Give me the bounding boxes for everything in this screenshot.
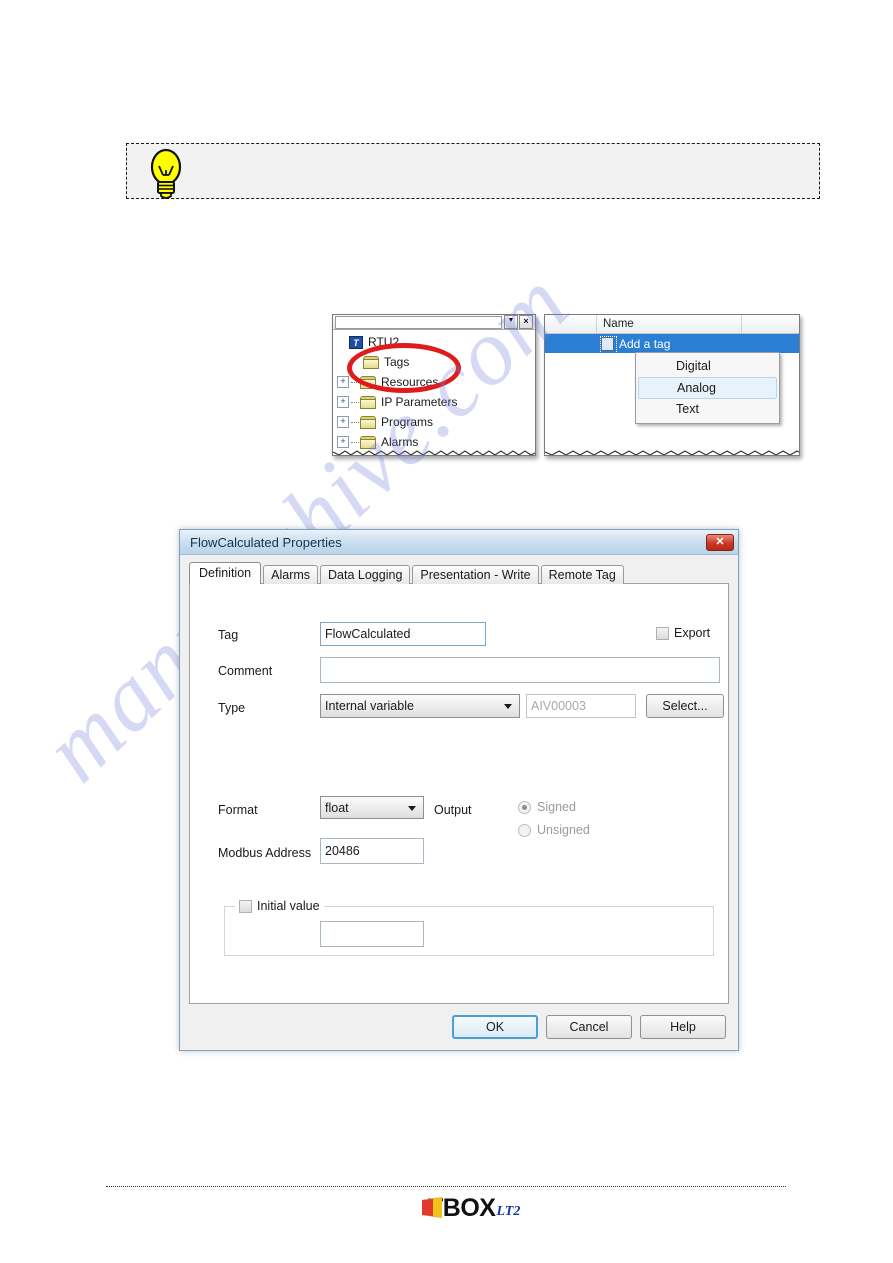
tab-alarms[interactable]: Alarms	[263, 565, 319, 584]
tree-filter-combo[interactable]	[335, 315, 502, 329]
unsigned-label: Unsigned	[537, 823, 590, 837]
ok-button[interactable]: OK	[452, 1015, 538, 1039]
export-checkbox-row[interactable]: Export	[656, 626, 710, 640]
tree-node-label: Programs	[381, 415, 434, 429]
initial-value-label: Initial value	[257, 899, 320, 913]
expander-icon[interactable]: +	[337, 396, 349, 408]
folder-icon	[360, 415, 376, 429]
lightbulb-icon	[150, 148, 182, 199]
expander-icon[interactable]: +	[337, 436, 349, 448]
dialog-tabstrip: Definition Alarms Data Logging Presentat…	[189, 562, 729, 584]
modbus-address-input[interactable]: 20486	[320, 838, 424, 864]
tbox-logo-sub: LT2	[496, 1204, 521, 1219]
column-header-icon[interactable]	[545, 315, 597, 333]
output-label: Output	[434, 803, 472, 817]
tab-remote-tag[interactable]: Remote Tag	[540, 565, 624, 584]
initial-value-checkbox-row[interactable]: Initial value	[235, 899, 324, 913]
tag-label: Tag	[218, 628, 239, 642]
dialog-title: FlowCalculated Properties	[190, 534, 342, 550]
type-select-value: Internal variable	[325, 699, 414, 713]
expander-icon	[337, 337, 347, 347]
explorer-screenshot: ▼ × T RTU2 Tags + Resources + IP Paramet…	[332, 314, 800, 461]
folder-icon	[360, 395, 376, 409]
new-tag-icon	[600, 335, 617, 354]
tag-properties-dialog: FlowCalculated Properties ✕ Definition A…	[179, 529, 739, 1051]
tag-input[interactable]: FlowCalculated	[320, 622, 486, 646]
modbus-label-wrap: Modbus Address	[218, 846, 311, 860]
output-label-wrap: Output	[434, 803, 472, 817]
unsigned-radio[interactable]	[518, 823, 531, 837]
context-menu: Digital Analog Text	[635, 352, 780, 424]
dialog-title-bar[interactable]: FlowCalculated Properties ✕	[180, 530, 738, 555]
tbox-logo: T BOX LT2	[421, 1194, 521, 1222]
tree-node-label: IP Parameters	[381, 395, 458, 409]
menu-item-digital[interactable]: Digital	[636, 356, 779, 377]
close-icon[interactable]: ×	[519, 315, 533, 329]
tag-label-wrap: Tag	[218, 628, 238, 642]
tree-connector	[351, 401, 359, 403]
tab-presentation-write[interactable]: Presentation - Write	[412, 565, 539, 584]
comment-input[interactable]	[320, 657, 720, 683]
type-select[interactable]: Internal variable	[320, 694, 520, 718]
format-select[interactable]: float	[320, 796, 424, 819]
column-header-name[interactable]: Name	[597, 315, 742, 333]
annotation-ellipse-tags	[347, 343, 461, 393]
select-button[interactable]: Select...	[646, 694, 724, 718]
list-item-label: Add a tag	[619, 336, 671, 351]
torn-edge	[333, 449, 535, 455]
radio-signed-row[interactable]: Signed	[518, 800, 576, 814]
tree-toolbar: ▼ ×	[333, 315, 535, 330]
radio-unsigned-row[interactable]: Unsigned	[518, 823, 590, 837]
column-header-extra[interactable]	[742, 315, 799, 333]
footer-divider	[106, 1186, 786, 1187]
initial-value-input[interactable]	[320, 921, 424, 947]
dialog-button-bar: OK Cancel Help	[452, 1015, 726, 1039]
format-select-value: float	[325, 800, 349, 815]
tbox-logo-word: BOX	[442, 1194, 496, 1222]
tab-data-logging[interactable]: Data Logging	[320, 565, 411, 584]
folder-icon	[360, 435, 376, 449]
project-tree-panel: ▼ × T RTU2 Tags + Resources + IP Paramet…	[332, 314, 536, 456]
type-label-wrap: Type	[218, 701, 245, 715]
comment-label-wrap: Comment	[218, 664, 272, 678]
tree-connector	[351, 441, 359, 443]
initial-value-group	[224, 906, 714, 956]
tree-node-ip-parameters[interactable]: + IP Parameters	[337, 392, 535, 412]
expander-icon[interactable]: +	[337, 376, 349, 388]
export-label: Export	[674, 626, 711, 640]
expander-icon[interactable]: +	[337, 416, 349, 428]
definition-tab-page: Tag FlowCalculated Export Comment Type I…	[189, 583, 729, 1004]
tree-node-programs[interactable]: + Programs	[337, 412, 535, 432]
menu-item-text[interactable]: Text	[636, 399, 779, 420]
tree-node-label: Alarms	[381, 435, 419, 449]
tab-definition[interactable]: Definition	[189, 562, 262, 584]
address-input[interactable]: AIV00003	[526, 694, 636, 718]
type-label: Type	[218, 701, 246, 715]
initial-value-checkbox[interactable]	[239, 899, 252, 913]
rtu-device-icon: T	[349, 335, 363, 349]
menu-item-analog[interactable]: Analog	[638, 377, 777, 399]
tip-note-box	[126, 143, 820, 199]
chevron-down-icon[interactable]: ▼	[504, 315, 518, 329]
format-label: Format	[218, 803, 258, 817]
close-icon[interactable]: ✕	[706, 533, 734, 551]
tag-list-panel: Name Add a tag Digital Analog Text	[544, 314, 800, 456]
signed-label: Signed	[537, 800, 576, 814]
chevron-down-icon	[504, 704, 512, 709]
help-button[interactable]: Help	[640, 1015, 726, 1039]
export-checkbox[interactable]	[656, 626, 669, 640]
modbus-address-label: Modbus Address	[218, 846, 312, 860]
tag-list-header: Name	[545, 315, 799, 334]
list-item[interactable]: Add a tag	[545, 334, 799, 354]
signed-radio[interactable]	[518, 800, 531, 814]
torn-edge	[545, 449, 799, 455]
tbox-logo-mark	[421, 1196, 443, 1220]
comment-label: Comment	[218, 664, 273, 678]
format-label-wrap: Format	[218, 803, 258, 817]
tree-connector	[351, 421, 359, 423]
cancel-button[interactable]: Cancel	[546, 1015, 632, 1039]
chevron-down-icon	[408, 805, 416, 811]
